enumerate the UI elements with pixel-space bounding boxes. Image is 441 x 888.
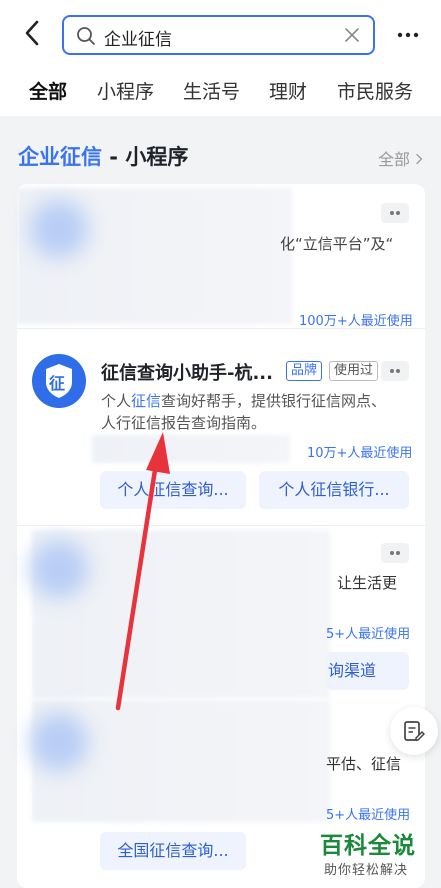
tab-finance[interactable]: 理财 bbox=[269, 77, 307, 104]
top-bar: 企业征信 bbox=[0, 0, 441, 64]
search-input[interactable]: 企业征信 bbox=[62, 15, 375, 55]
result-desc-line-2: 人行征信报告查询指南。 bbox=[101, 414, 267, 432]
clear-icon[interactable] bbox=[343, 26, 361, 44]
used-badge: 使用过 bbox=[329, 361, 379, 381]
item-menu-button[interactable] bbox=[381, 361, 409, 381]
blurred-region bbox=[92, 435, 290, 463]
blurred-logo bbox=[30, 540, 88, 598]
result-desc: 让生活更 bbox=[337, 574, 398, 592]
section-title-suffix: - 小程序 bbox=[102, 145, 189, 169]
tab-all[interactable]: 全部 bbox=[29, 77, 67, 104]
usage-count: 10万+人最近使用 bbox=[307, 446, 413, 461]
result-desc-line-1: 个人征信查询好帮手，提供银行征信网点、 bbox=[101, 392, 387, 410]
blurred-logo bbox=[30, 200, 88, 258]
tab-citizen-services[interactable]: 市民服务 bbox=[337, 77, 413, 104]
section-title: 企业征信 - 小程序 bbox=[18, 141, 188, 171]
watermark-subtitle: 助你轻松解决 bbox=[324, 863, 409, 878]
result-desc: 化“立信平台”及“ bbox=[280, 235, 394, 253]
service-button[interactable]: 个人征信查询... bbox=[100, 471, 246, 509]
service-button[interactable]: 全国征信查询... bbox=[100, 832, 246, 870]
clipboard-edit-icon bbox=[404, 721, 425, 741]
search-results-page: 企业征信 全部 小程序 生活号 理财 市民服务 企业征信 - 小程序 全部 化“… bbox=[0, 0, 441, 888]
chevron-right-icon bbox=[416, 153, 423, 165]
service-button[interactable]: 个人征信银行... bbox=[259, 471, 409, 509]
divider bbox=[17, 525, 425, 526]
tab-life-accounts[interactable]: 生活号 bbox=[183, 77, 240, 104]
search-icon bbox=[77, 27, 95, 45]
search-query: 企业征信 bbox=[104, 30, 172, 50]
result-desc: 平估、征信 bbox=[326, 755, 402, 773]
app-logo-text: 征 bbox=[49, 374, 66, 393]
tab-mini-programs[interactable]: 小程序 bbox=[97, 77, 154, 104]
section-title-highlight: 企业征信 bbox=[18, 145, 102, 169]
app-logo: 征 bbox=[32, 354, 86, 408]
usage-count: 100万+人最近使用 bbox=[299, 314, 413, 329]
more-icon bbox=[397, 32, 419, 38]
service-button[interactable]: 询渠道 bbox=[326, 652, 409, 690]
item-menu-button[interactable] bbox=[381, 543, 409, 563]
item-menu-button[interactable] bbox=[381, 203, 409, 223]
usage-count: 5+人最近使用 bbox=[326, 627, 411, 642]
category-tabs: 全部 小程序 生活号 理财 市民服务 bbox=[0, 64, 441, 116]
section-more-label: 全部 bbox=[378, 150, 411, 169]
more-button[interactable] bbox=[395, 22, 421, 48]
blurred-logo bbox=[30, 713, 88, 771]
divider bbox=[17, 328, 425, 329]
usage-count: 5+人最近使用 bbox=[326, 808, 411, 823]
chevron-left-icon bbox=[25, 20, 39, 46]
watermark-title: 百科全说 bbox=[320, 833, 416, 859]
feedback-button[interactable] bbox=[390, 707, 438, 755]
section-more-link[interactable]: 全部 bbox=[378, 146, 423, 170]
app-title: 征信查询小助手-杭... bbox=[101, 363, 273, 384]
brand-badge: 品牌 bbox=[286, 361, 323, 381]
watermark-logo: 百科全说 助你轻松解决 bbox=[310, 824, 438, 882]
back-button[interactable] bbox=[18, 18, 48, 48]
